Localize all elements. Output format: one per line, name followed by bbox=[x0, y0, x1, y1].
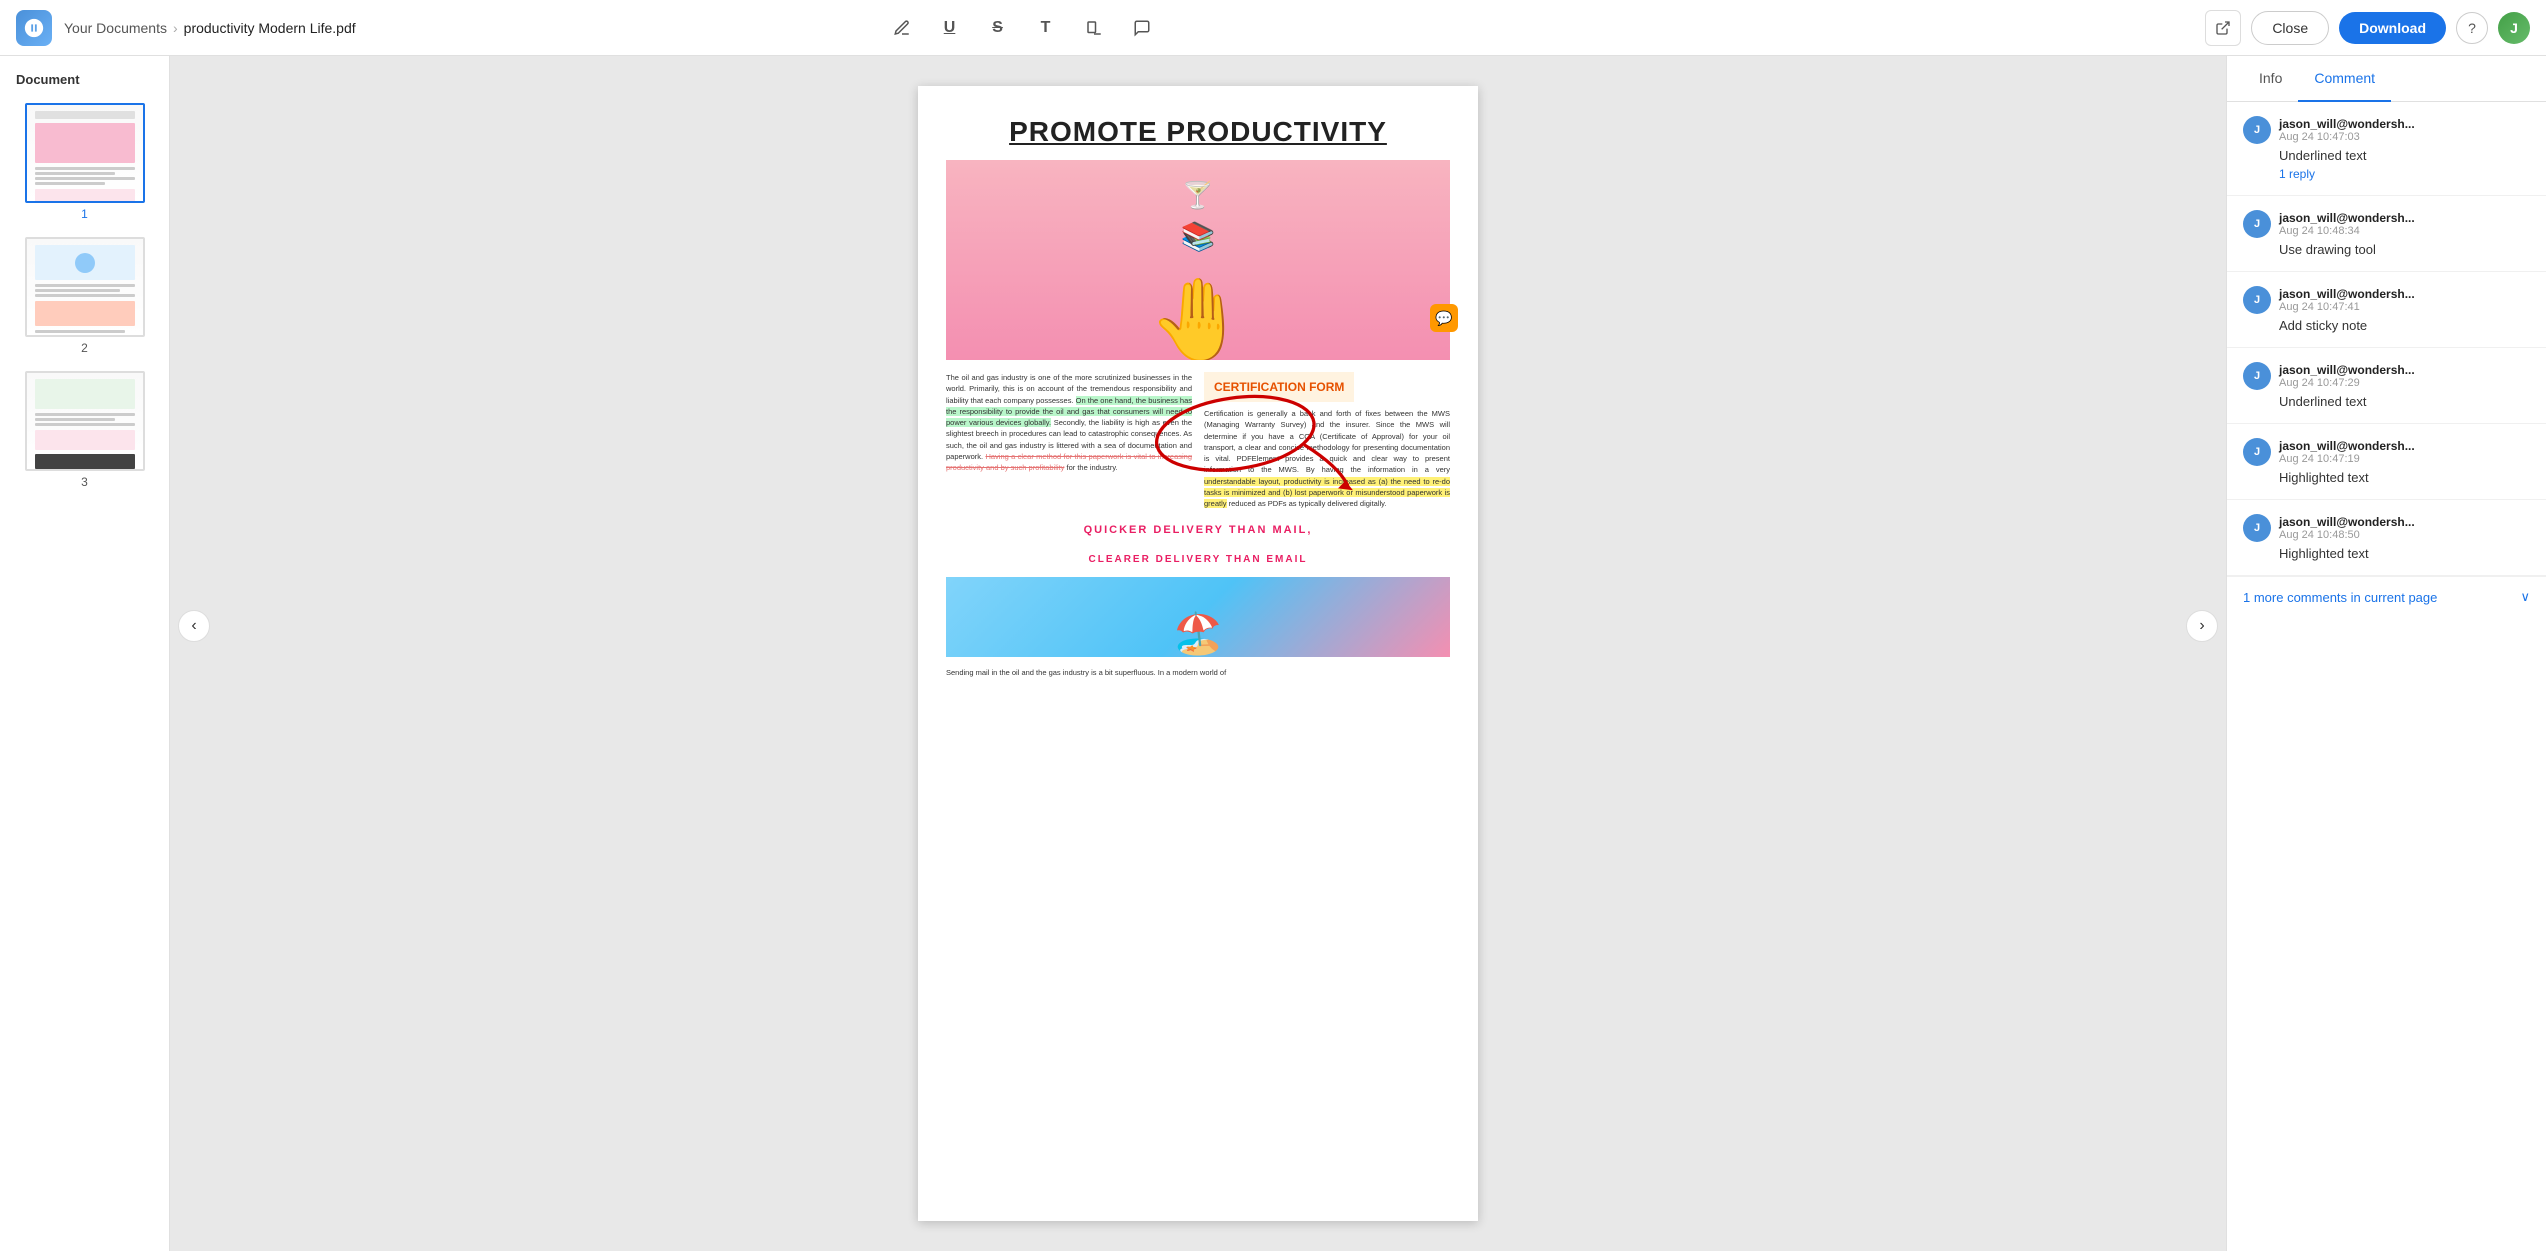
comment-meta-3: J jason_will@wondersh... Aug 24 10:47:41 bbox=[2243, 286, 2530, 314]
comment-avatar-1: J bbox=[2243, 116, 2271, 144]
page-container: PROMOTE PRODUCTIVITY 🤚 🍸 📚 The oil and g… bbox=[918, 86, 1478, 1221]
underline-tool-button[interactable]: U bbox=[934, 12, 966, 44]
page-thumbnail-3[interactable]: 3 bbox=[0, 363, 169, 497]
topbar-right: Close Download ? J bbox=[2205, 10, 2530, 46]
topbar: Your Documents › productivity Modern Lif… bbox=[0, 0, 2546, 56]
highlight-tool-button[interactable] bbox=[1078, 12, 1110, 44]
breadcrumb-separator: › bbox=[173, 20, 178, 36]
nav-prev-button[interactable]: ‹ bbox=[178, 610, 210, 642]
panel-tabs: Info Comment bbox=[2227, 56, 2546, 102]
page-hero-image: 🤚 🍸 📚 bbox=[946, 160, 1450, 360]
page-content: PROMOTE PRODUCTIVITY 🤚 🍸 📚 The oil and g… bbox=[918, 86, 1478, 708]
sending-text: Sending mail in the oil and the gas indu… bbox=[946, 667, 1450, 678]
page-thumbnail-2[interactable]: 2 bbox=[0, 229, 169, 363]
comment-time-1: Aug 24 10:47:03 bbox=[2279, 131, 2415, 143]
right-panel: Info Comment J jason_will@wondersh... Au… bbox=[2226, 56, 2546, 1251]
comment-item-3: J jason_will@wondersh... Aug 24 10:47:41… bbox=[2227, 272, 2546, 348]
comment-avatar-4: J bbox=[2243, 362, 2271, 390]
hero-glass-icon: 🍸 bbox=[1182, 180, 1214, 211]
comment-time-3: Aug 24 10:47:41 bbox=[2279, 301, 2415, 313]
comment-user-1: jason_will@wondersh... bbox=[2279, 117, 2415, 131]
tab-comment[interactable]: Comment bbox=[2298, 56, 2391, 102]
breadcrumb-parent[interactable]: Your Documents bbox=[64, 20, 167, 36]
right-text-end: reduced as PDFs as typically delivered d… bbox=[1229, 499, 1387, 508]
page-title: PROMOTE PRODUCTIVITY bbox=[946, 116, 1450, 148]
app-logo[interactable] bbox=[16, 10, 52, 46]
breadcrumb: Your Documents › productivity Modern Lif… bbox=[64, 20, 356, 36]
more-comments-text: 1 more comments in current page bbox=[2243, 590, 2437, 605]
comment-avatar-3: J bbox=[2243, 286, 2271, 314]
toolbar-tools: U S T bbox=[886, 12, 1158, 44]
comments-list: J jason_will@wondersh... Aug 24 10:47:03… bbox=[2227, 102, 2546, 576]
comment-text-2: Use drawing tool bbox=[2279, 242, 2530, 257]
breadcrumb-current: productivity Modern Life.pdf bbox=[184, 20, 356, 36]
thumb-frame-3 bbox=[25, 371, 145, 471]
avatar[interactable]: J bbox=[2498, 12, 2530, 44]
comment-meta-5: J jason_will@wondersh... Aug 24 10:47:19 bbox=[2243, 438, 2530, 466]
strikethrough-tool-button[interactable]: S bbox=[982, 12, 1014, 44]
comment-text-5: Highlighted text bbox=[2279, 470, 2530, 485]
chevron-down-icon: ∨ bbox=[2520, 589, 2530, 605]
hero-books-icon: 📚 bbox=[1181, 220, 1216, 253]
comment-user-4: jason_will@wondersh... bbox=[2279, 363, 2415, 377]
close-button[interactable]: Close bbox=[2251, 11, 2329, 45]
main-layout: Document 1 bbox=[0, 56, 2546, 1251]
comment-user-5: jason_will@wondersh... bbox=[2279, 439, 2415, 453]
comment-time-2: Aug 24 10:48:34 bbox=[2279, 225, 2415, 237]
left-column: The oil and gas industry is one of the m… bbox=[946, 372, 1192, 509]
left-text-end: for the industry. bbox=[1067, 463, 1118, 472]
two-col-content: The oil and gas industry is one of the m… bbox=[946, 372, 1450, 509]
page-bottom-hero: 🏖️ bbox=[946, 577, 1450, 657]
right-column: CERTIFICATION FORM Certification is gene… bbox=[1204, 372, 1450, 509]
quicker-line1: QUICKER DELIVERY THAN MAIL, bbox=[946, 523, 1450, 538]
help-button[interactable]: ? bbox=[2456, 12, 2488, 44]
right-text-cert: Certification is generally a back and fo… bbox=[1204, 409, 1450, 474]
pen-tool-button[interactable] bbox=[886, 12, 918, 44]
page-thumbnail-1[interactable]: 1 bbox=[0, 95, 169, 229]
comment-user-6: jason_will@wondersh... bbox=[2279, 515, 2415, 529]
comment-item-2: J jason_will@wondersh... Aug 24 10:48:34… bbox=[2227, 196, 2546, 272]
comment-reply-1[interactable]: 1 reply bbox=[2279, 167, 2530, 181]
hero-hand-icon: 🤚 bbox=[1148, 280, 1248, 360]
comment-item-5: J jason_will@wondersh... Aug 24 10:47:19… bbox=[2227, 424, 2546, 500]
download-button[interactable]: Download bbox=[2339, 12, 2446, 44]
cert-header: CERTIFICATION FORM bbox=[1204, 372, 1354, 402]
comment-avatar-6: J bbox=[2243, 514, 2271, 542]
comment-meta-2: J jason_will@wondersh... Aug 24 10:48:34 bbox=[2243, 210, 2530, 238]
comment-item-6: J jason_will@wondersh... Aug 24 10:48:50… bbox=[2227, 500, 2546, 576]
comment-time-5: Aug 24 10:47:19 bbox=[2279, 453, 2415, 465]
external-link-button[interactable] bbox=[2205, 10, 2241, 46]
comment-item-4: J jason_will@wondersh... Aug 24 10:47:29… bbox=[2227, 348, 2546, 424]
comment-avatar-5: J bbox=[2243, 438, 2271, 466]
comment-avatar-2: J bbox=[2243, 210, 2271, 238]
comment-text-3: Add sticky note bbox=[2279, 318, 2530, 333]
comment-user-3: jason_will@wondersh... bbox=[2279, 287, 2415, 301]
thumb-frame-2 bbox=[25, 237, 145, 337]
page-number-2: 2 bbox=[81, 341, 88, 355]
comment-user-2: jason_will@wondersh... bbox=[2279, 211, 2415, 225]
comment-time-4: Aug 24 10:47:29 bbox=[2279, 377, 2415, 389]
comment-text-6: Highlighted text bbox=[2279, 546, 2530, 561]
nav-next-button[interactable]: › bbox=[2186, 610, 2218, 642]
tab-info[interactable]: Info bbox=[2243, 56, 2298, 102]
comment-time-6: Aug 24 10:48:50 bbox=[2279, 529, 2415, 541]
comment-meta-6: J jason_will@wondersh... Aug 24 10:48:50 bbox=[2243, 514, 2530, 542]
page-number-1: 1 bbox=[81, 207, 88, 221]
comment-bubble-icon[interactable]: 💬 bbox=[1430, 304, 1458, 332]
beach-icon: 🏖️ bbox=[1173, 610, 1223, 657]
sidebar-header: Document bbox=[0, 56, 169, 95]
comment-item-1: J jason_will@wondersh... Aug 24 10:47:03… bbox=[2227, 102, 2546, 196]
comment-text-1: Underlined text bbox=[2279, 148, 2530, 163]
comment-meta-4: J jason_will@wondersh... Aug 24 10:47:29 bbox=[2243, 362, 2530, 390]
quicker-line2: CLEARER DELIVERY THAN EMAIL bbox=[946, 553, 1450, 567]
text-tool-button[interactable]: T bbox=[1030, 12, 1062, 44]
sidebar: Document 1 bbox=[0, 56, 170, 1251]
comment-meta-1: J jason_will@wondersh... Aug 24 10:47:03 bbox=[2243, 116, 2530, 144]
page-number-3: 3 bbox=[81, 475, 88, 489]
thumb-frame-1 bbox=[25, 103, 145, 203]
more-comments-link[interactable]: 1 more comments in current page ∨ bbox=[2227, 576, 2546, 617]
comment-tool-button[interactable] bbox=[1126, 12, 1158, 44]
comment-text-4: Underlined text bbox=[2279, 394, 2530, 409]
document-area: ‹ › PROMOTE PRODUCTIVITY 🤚 🍸 📚 The oil a… bbox=[170, 56, 2226, 1251]
